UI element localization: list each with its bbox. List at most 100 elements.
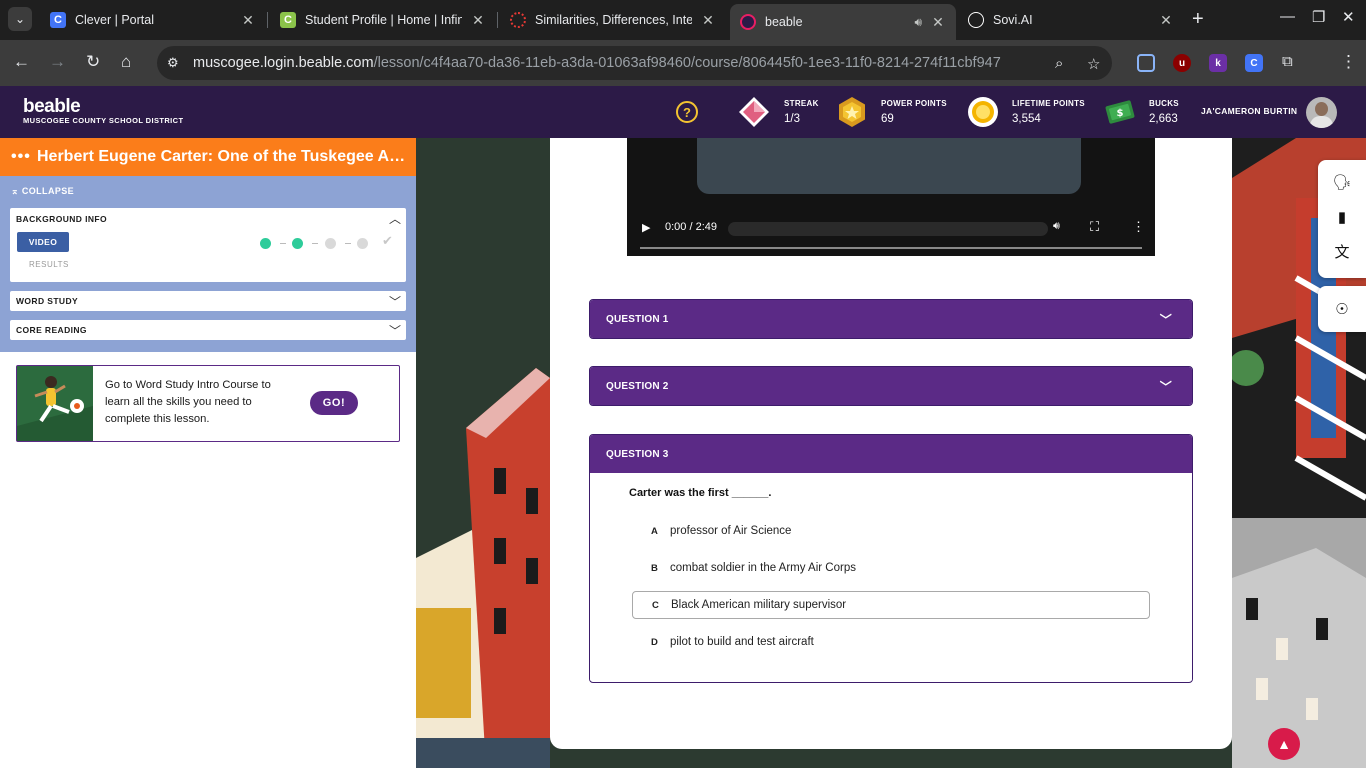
lesson-menu-dots-icon[interactable]: ••• [11, 148, 37, 166]
home-icon[interactable]: ⌂ [121, 52, 131, 72]
question-header[interactable]: QUESTION 1 ﹀ [590, 300, 1192, 338]
browser-tab-sovi[interactable]: Sovi.AI ✕ [958, 4, 1184, 36]
browser-menu-icon[interactable]: ⋮ [1340, 52, 1357, 72]
chevron-down-icon[interactable]: ﹀ [389, 322, 401, 339]
video-control-bar [728, 222, 1048, 236]
question-header[interactable]: QUESTION 3 [590, 435, 1192, 473]
results-step-link[interactable]: RESULTS [29, 260, 69, 269]
shield-extension-icon[interactable] [1137, 54, 1155, 72]
accessibility-tools: 🗣︎ ▮ 文 ☉ [1318, 160, 1366, 332]
chevron-down-icon[interactable]: ﹀ [1160, 311, 1172, 328]
section-background-info: BACKGROUND INFO ︿ VIDEO RESULTS ✔ [10, 208, 406, 282]
loading-favicon-icon [510, 12, 526, 28]
video-step-button[interactable]: VIDEO [17, 232, 69, 252]
browser-tab-similarities[interactable]: Similarities, Differences, Intere ✕ [500, 4, 726, 36]
question-2-accordion[interactable]: QUESTION 2 ﹀ [589, 366, 1193, 406]
kami-extension-icon[interactable]: k [1209, 54, 1227, 72]
infinite-campus-favicon-icon: C [280, 12, 296, 28]
close-window-icon[interactable]: ✕ [1342, 8, 1355, 26]
restore-icon[interactable]: ❐ [1312, 8, 1325, 26]
option-letter: B [651, 562, 658, 574]
scroll-to-top-button[interactable]: ▲ [1268, 728, 1300, 760]
progress-connector [312, 243, 318, 244]
play-icon[interactable]: ▶ [642, 221, 650, 234]
site-info-icon[interactable]: ⚙ [167, 55, 191, 71]
user-avatar[interactable] [1306, 97, 1337, 128]
bucks-money-icon: $ [1105, 100, 1135, 124]
url-path: /lesson/c4f4aa70-da36-11eb-a3da-01063af9… [373, 55, 1001, 71]
answer-option-a[interactable]: A professor of Air Science [632, 517, 1150, 545]
question-header[interactable]: QUESTION 2 ﹀ [590, 367, 1192, 405]
beable-logo[interactable]: beable [23, 97, 81, 116]
section-title: CORE READING [16, 325, 87, 335]
close-tab-icon[interactable]: ✕ [470, 12, 486, 29]
question-body: Carter was the first ______. A professor… [590, 473, 1192, 681]
question-title: QUESTION 1 [606, 313, 669, 325]
speaker-icon[interactable]: 🔊︎ [914, 15, 922, 30]
reload-icon[interactable]: ↻ [86, 52, 100, 72]
chevron-up-icon[interactable]: ︿ [389, 210, 401, 227]
extensions-puzzle-icon[interactable]: ⧉ [1282, 52, 1293, 72]
section-word-study[interactable]: WORD STUDY ﹀ [10, 291, 406, 311]
browser-toolbar: ← → ↻ ⌂ ⚙ muscogee.login.beable.com/less… [0, 40, 1366, 86]
section-core-reading[interactable]: CORE READING ﹀ [10, 320, 406, 340]
section-title[interactable]: BACKGROUND INFO [16, 214, 107, 224]
answer-option-b[interactable]: B combat soldier in the Army Air Corps [632, 554, 1150, 582]
go-button[interactable]: GO! [310, 391, 358, 415]
close-tab-icon[interactable]: ✕ [930, 14, 946, 31]
tab-search-chevron-icon[interactable]: ⌄ [8, 7, 32, 31]
streak-diamond-icon [739, 97, 769, 127]
power-points-label: POWER POINTS [881, 99, 947, 108]
collapse-button[interactable]: ⌅ COLLAPSE [11, 186, 74, 197]
option-text: combat soldier in the Army Air Corps [670, 562, 856, 574]
progress-connector [280, 243, 286, 244]
power-points-badge-icon [839, 97, 865, 127]
option-text: professor of Air Science [670, 525, 792, 537]
collapse-label: COLLAPSE [21, 186, 75, 196]
video-more-options-icon[interactable]: ⋮ [1132, 219, 1145, 235]
address-bar[interactable]: ⚙ muscogee.login.beable.com/lesson/c4f4a… [157, 46, 1112, 80]
browser-tab-beable[interactable]: beable 🔊︎ ✕ [730, 4, 956, 40]
minimize-icon[interactable]: — [1280, 8, 1295, 25]
beable-favicon-icon [740, 14, 756, 30]
help-question-icon[interactable]: ? [676, 101, 698, 123]
dictionary-book-icon[interactable]: ▮ [1331, 206, 1353, 228]
ublock-extension-icon[interactable]: u [1173, 54, 1191, 72]
bookmark-star-icon[interactable]: ☆ [1087, 55, 1100, 73]
completion-check-icon: ✔ [382, 233, 393, 248]
progress-dot-pending [357, 238, 368, 249]
help-lightbulb-icon[interactable]: ☉ [1331, 298, 1353, 320]
url-host: muscogee.login.beable.com [193, 55, 374, 71]
close-tab-icon[interactable]: ✕ [700, 12, 716, 29]
new-tab-icon[interactable]: + [1192, 9, 1204, 29]
video-progress-track[interactable] [640, 247, 1142, 249]
tab-title: beable [765, 15, 803, 29]
chevron-down-icon[interactable]: ﹀ [1160, 378, 1172, 395]
answer-option-c[interactable]: C Black American military supervisor [632, 591, 1150, 619]
sovi-favicon-icon [968, 12, 984, 28]
translate-icon[interactable]: 文 [1331, 240, 1353, 262]
clever-extension-icon[interactable]: C [1245, 54, 1263, 72]
close-tab-icon[interactable]: ✕ [1158, 12, 1174, 29]
text-to-speech-icon[interactable]: 🗣︎ [1331, 171, 1353, 193]
chevron-down-icon[interactable]: ﹀ [389, 293, 401, 310]
question-1-accordion[interactable]: QUESTION 1 ﹀ [589, 299, 1193, 339]
zoom-icon[interactable]: ⌕ [1055, 55, 1063, 72]
fullscreen-icon[interactable]: ⛶ [1090, 219, 1099, 235]
video-player[interactable]: ▶ 0:00 / 2:49 🔊︎ ⛶ ⋮ [627, 138, 1155, 256]
close-tab-icon[interactable]: ✕ [240, 12, 256, 29]
option-letter: D [651, 636, 658, 648]
forward-arrow-icon[interactable]: → [49, 52, 66, 72]
answer-option-d[interactable]: D pilot to build and test aircraft [632, 628, 1150, 656]
tab-divider [267, 12, 268, 28]
back-arrow-icon[interactable]: ← [13, 52, 30, 72]
user-name[interactable]: JA'CAMERON BURTIN [1201, 106, 1297, 116]
bucks-value: 2,663 [1149, 113, 1178, 125]
browser-tab-clever[interactable]: C Clever | Portal ✕ [40, 4, 266, 36]
lifetime-points-value: 3,554 [1012, 113, 1041, 125]
volume-icon[interactable]: 🔊︎ [1053, 220, 1060, 233]
browser-tab-infinite-campus[interactable]: C Student Profile | Home | Infini ✕ [270, 4, 496, 36]
video-time: 0:00 / 2:49 [665, 221, 717, 233]
lifetime-points-label: LIFETIME POINTS [1012, 99, 1085, 108]
streak-value: 1/3 [784, 113, 800, 125]
